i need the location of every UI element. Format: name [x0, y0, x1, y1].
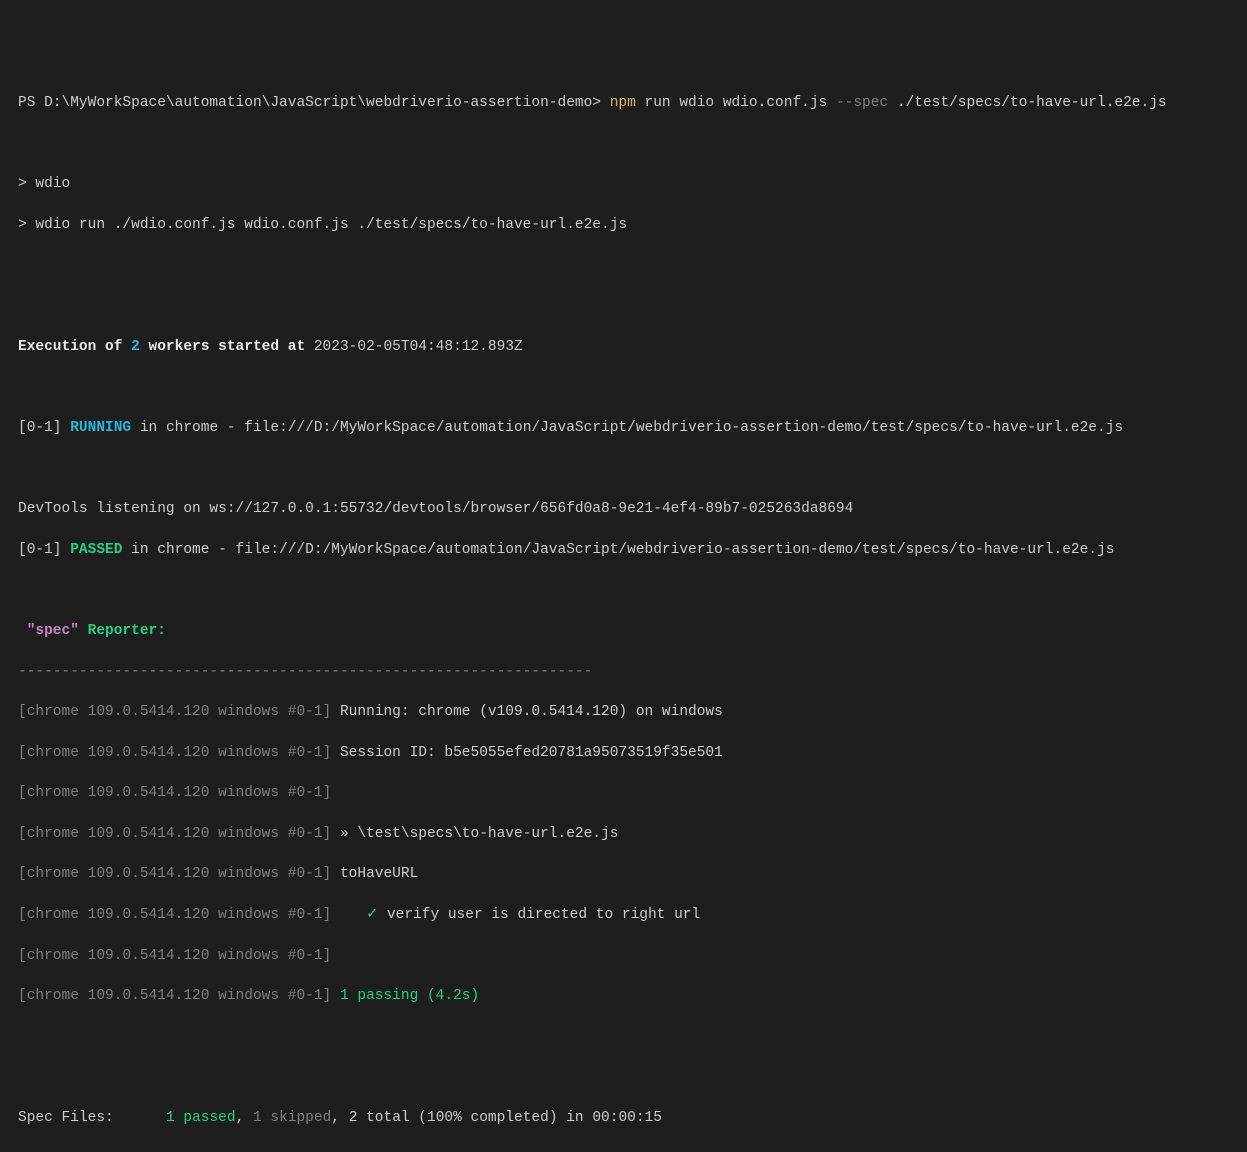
exec-text1: Execution of: [18, 339, 131, 355]
blank-line: [18, 134, 1229, 154]
summary-label: Spec Files:: [18, 1110, 166, 1126]
execution-header: Execution of 2 workers started at 2023-0…: [18, 337, 1229, 357]
worker-id: [0-1]: [18, 420, 70, 436]
passing-count: 1 passing (4.2s): [331, 988, 479, 1004]
running-line: [0-1] RUNNING in chrome - file:///D:/MyW…: [18, 418, 1229, 438]
row-content: » \test\specs\to-have-url.e2e.js: [331, 826, 618, 842]
exec-timestamp: 2023-02-05T04:48:12.893Z: [314, 339, 523, 355]
row-prefix: [chrome 109.0.5414.120 windows #0-1]: [18, 988, 331, 1004]
blank-line: [18, 256, 1229, 276]
report-row-session: [chrome 109.0.5414.120 windows #0-1] Ses…: [18, 743, 1229, 763]
row-content: Session ID: b5e5055efed20781a95073519f35…: [331, 745, 723, 761]
check-icon: ✓: [366, 907, 387, 923]
blank-line: [18, 377, 1229, 397]
echo-wdio: > wdio: [18, 174, 1229, 194]
summary-sep1: ,: [236, 1110, 253, 1126]
row-indent: [331, 907, 366, 923]
blank-line: [18, 1149, 1229, 1152]
exec-text2: workers started at: [140, 339, 314, 355]
reporter-label: Reporter:: [79, 623, 166, 639]
row-prefix: [chrome 109.0.5414.120 windows #0-1]: [18, 704, 331, 720]
row-prefix: [chrome 109.0.5414.120 windows #0-1]: [18, 785, 331, 801]
passed-line: [0-1] PASSED in chrome - file:///D:/MyWo…: [18, 540, 1229, 560]
summary-passed: 1 passed: [166, 1110, 236, 1126]
row-content: Running: chrome (v109.0.5414.120) on win…: [331, 704, 723, 720]
npm-command: npm: [610, 95, 636, 111]
row-prefix: [chrome 109.0.5414.120 windows #0-1]: [18, 907, 331, 923]
report-row-passing: [chrome 109.0.5414.120 windows #0-1] 1 p…: [18, 986, 1229, 1006]
report-row-file: [chrome 109.0.5414.120 windows #0-1] » \…: [18, 824, 1229, 844]
blank-line: [18, 296, 1229, 316]
reporter-header: "spec" Reporter:: [18, 621, 1229, 641]
cmd-specfile: ./test/specs/to-have-url.e2e.js: [888, 95, 1166, 111]
row-prefix: [chrome 109.0.5414.120 windows #0-1]: [18, 948, 331, 964]
devtools-line: DevTools listening on ws://127.0.0.1:557…: [18, 499, 1229, 519]
summary-rest: , 2 total (100% completed) in 00:00:15: [331, 1110, 662, 1126]
report-row-empty: [chrome 109.0.5414.120 windows #0-1]: [18, 946, 1229, 966]
report-row-suite: [chrome 109.0.5414.120 windows #0-1] toH…: [18, 864, 1229, 884]
blank-line: [18, 1067, 1229, 1087]
report-row-empty: [chrome 109.0.5414.120 windows #0-1]: [18, 783, 1229, 803]
blank-line: [18, 1027, 1229, 1047]
blank-line: [18, 459, 1229, 479]
divider-line: ----------------------------------------…: [18, 662, 1229, 682]
command-line-1[interactable]: PS D:\MyWorkSpace\automation\JavaScript\…: [18, 93, 1229, 113]
row-prefix: [chrome 109.0.5414.120 windows #0-1]: [18, 745, 331, 761]
row-prefix: [chrome 109.0.5414.120 windows #0-1]: [18, 866, 331, 882]
row-prefix: [chrome 109.0.5414.120 windows #0-1]: [18, 826, 331, 842]
spec-files-summary: Spec Files: 1 passed, 1 skipped, 2 total…: [18, 1108, 1229, 1128]
report-row-test: [chrome 109.0.5414.120 windows #0-1] ✓ v…: [18, 905, 1229, 925]
ps-prefix: PS: [18, 95, 44, 111]
passed-status: PASSED: [70, 542, 122, 558]
cmd-args: run wdio wdio.conf.js: [636, 95, 836, 111]
test-name: verify user is directed to right url: [387, 907, 700, 923]
passed-rest: in chrome - file:///D:/MyWorkSpace/autom…: [122, 542, 1114, 558]
cmd-flag: --spec: [836, 95, 888, 111]
running-rest: in chrome - file:///D:/MyWorkSpace/autom…: [131, 420, 1123, 436]
row-content: toHaveURL: [331, 866, 418, 882]
blank-line: [18, 580, 1229, 600]
cwd-path: D:\MyWorkSpace\automation\JavaScript\web…: [44, 95, 610, 111]
echo-wdio-run: > wdio run ./wdio.conf.js wdio.conf.js .…: [18, 215, 1229, 235]
reporter-spec: "spec": [18, 623, 79, 639]
worker-count: 2: [131, 339, 140, 355]
running-status: RUNNING: [70, 420, 131, 436]
worker-id: [0-1]: [18, 542, 70, 558]
summary-skipped: 1 skipped: [253, 1110, 331, 1126]
report-row-running: [chrome 109.0.5414.120 windows #0-1] Run…: [18, 702, 1229, 722]
